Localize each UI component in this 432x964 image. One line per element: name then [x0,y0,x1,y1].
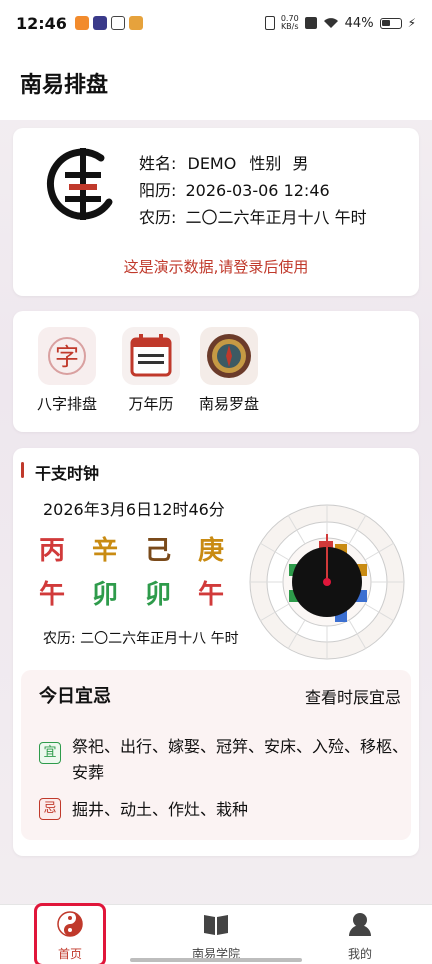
home-indicator[interactable] [130,958,302,962]
hour-branch: 午 [198,580,225,610]
notification-icons [74,16,143,30]
sync-notification-icon [110,16,125,30]
month-branch: 卯 [92,580,119,610]
name-label: 姓名: [139,154,177,173]
nanyi-logo-icon [47,148,113,220]
year-branch: 午 [39,580,66,610]
today-yiji-panel: 今日宜忌 查看时辰宜忌 宜 祭祀、出行、嫁娶、冠笄、安床、入殓、移柩、安葬 忌 … [21,670,411,840]
year-stem: 丙 [39,536,66,566]
ganzhi-clock-card: 干支时钟 2026年3月6日12时46分 丙 辛 己 庚 午 卯 卯 午 农历:… [13,448,419,856]
tool-label: 八字排盘 [36,395,97,413]
status-right: 0.70 KB/s 44% ⚡ [264,14,416,31]
app-notification-icon [74,16,89,30]
name-value: DEMO [187,154,237,173]
status-time: 12:46 [16,13,67,33]
selection-highlight [34,903,106,964]
tool-compass[interactable]: 南易罗盘 [189,327,269,414]
hour-stem: 庚 [198,536,225,566]
tool-bazi[interactable]: 字 八字排盘 [27,327,107,414]
tool-label: 南易罗盘 [198,395,259,413]
charging-icon: ⚡ [407,16,416,30]
yi-badge: 宜 [39,742,61,764]
compass-icon [200,327,258,385]
x-icon [304,17,317,29]
user-icon [349,913,371,936]
nav-label: 我的 [347,947,372,961]
wifi-icon [323,18,338,28]
page-title: 南易排盘 [20,73,109,98]
book-icon [204,915,228,935]
view-hour-yiji-link[interactable]: 查看时辰宜忌 [305,684,401,708]
section-title: 干支时钟 [35,464,100,483]
lunar-label: 农历: [139,208,177,227]
section-accent-bar [21,462,24,478]
profile-info: 姓名: DEMO 性别 男 阳历: 2026-03-06 12:46 农历: 二… [139,150,367,231]
day-stem: 己 [145,536,172,566]
bazi-icon: 字 [38,327,96,385]
profile-solar-row: 阳历: 2026-03-06 12:46 [139,177,367,204]
vibrate-icon [264,16,275,30]
tool-label: 万年历 [128,395,174,413]
battery-percent: 44% [344,15,374,31]
ganzhi-wheel [249,504,405,660]
nav-mine[interactable]: 我的 [320,911,400,962]
calendar-icon [122,327,180,385]
tools-card: 字 八字排盘 万年历 南易罗盘 [13,311,419,432]
solar-value: 2026-03-06 12:46 [185,181,330,200]
game-notification-icon [128,16,143,30]
yiji-title: 今日宜忌 [39,686,111,707]
yi-list: 祭祀、出行、嫁娶、冠笄、安床、入殓、移柩、安葬 [72,737,409,782]
net-speed: 0.70 KB/s [280,14,299,31]
lunar-value: 二〇二六年正月十八 午时 [185,208,367,227]
month-stem: 辛 [92,536,119,566]
svg-text:字: 字 [55,343,79,371]
demo-notice[interactable]: 这是演示数据,请登录后使用 [13,256,419,277]
ji-badge: 忌 [39,798,61,820]
gender-value: 男 [292,154,309,173]
clock-lunar: 农历: 二〇二六年正月十八 午时 [43,631,239,647]
ji-list: 掘井、动土、作灶、栽种 [72,800,249,819]
solar-label: 阳历: [139,181,177,200]
profile-name-row: 姓名: DEMO 性别 男 [139,150,367,177]
status-bar: 12:46 0.70 KB/s 44% ⚡ [0,0,432,46]
play-notification-icon [92,16,107,30]
battery-icon [379,17,402,29]
day-branch: 卯 [145,580,172,610]
app-header: 南易排盘 [0,46,432,120]
profile-card[interactable]: 姓名: DEMO 性别 男 阳历: 2026-03-06 12:46 农历: 二… [13,128,419,296]
gender-label: 性别 [249,154,282,173]
clock-datetime: 2026年3月6日12时46分 [43,500,225,519]
tool-calendar[interactable]: 万年历 [111,327,191,414]
nav-academy[interactable]: 南易学院 [176,911,256,962]
profile-lunar-row: 农历: 二〇二六年正月十八 午时 [139,204,367,231]
